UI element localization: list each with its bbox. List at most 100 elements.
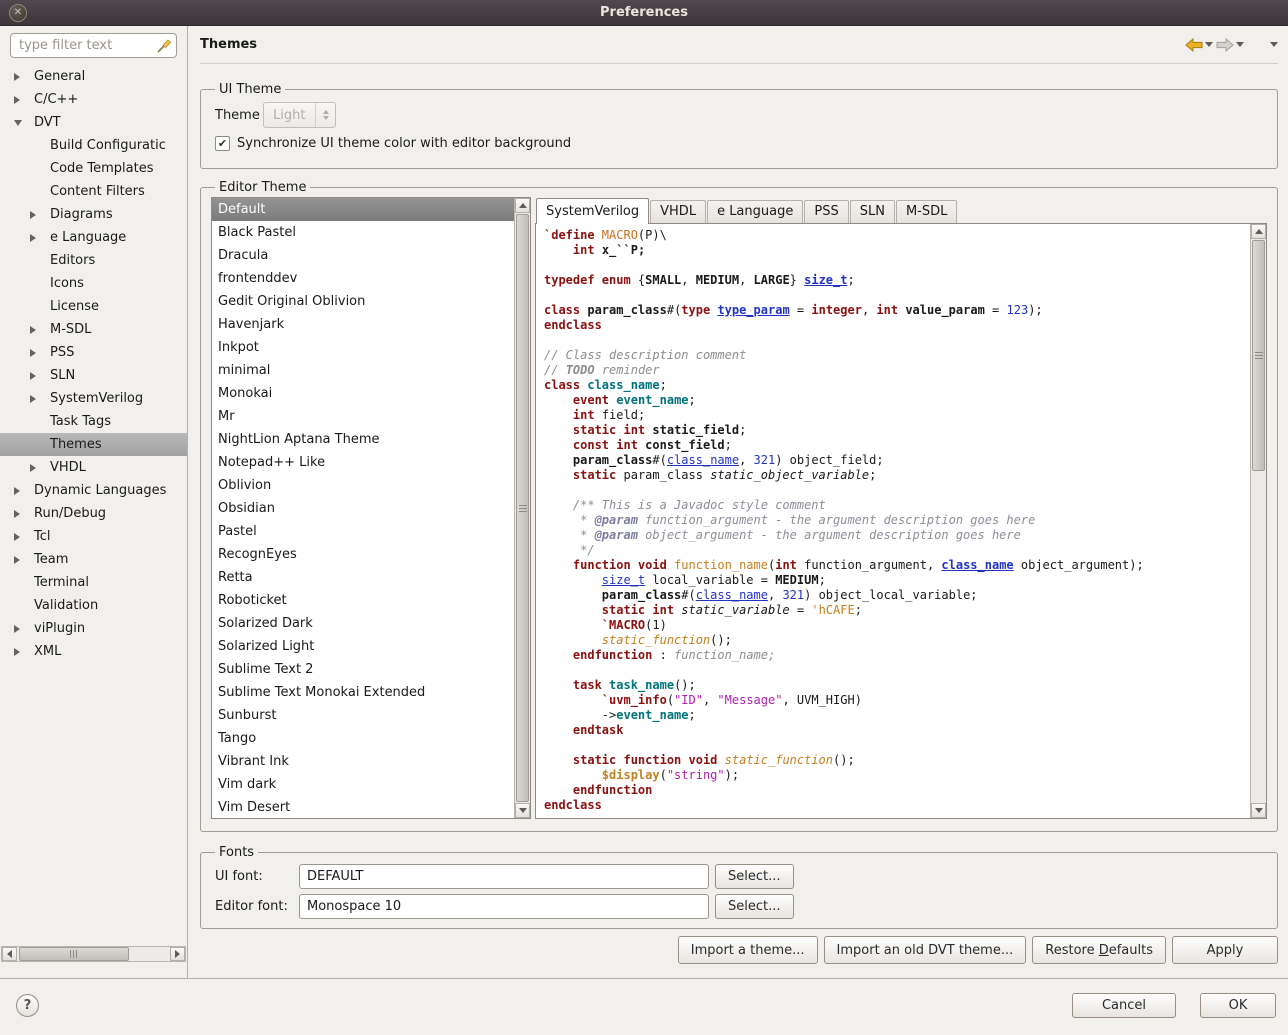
- window-close-button[interactable]: ✕: [9, 4, 27, 22]
- scrollbar-track[interactable]: [515, 213, 530, 803]
- tree-item-icons[interactable]: Icons: [0, 272, 187, 295]
- tree-item-diagrams[interactable]: Diagrams: [0, 203, 187, 226]
- theme-item-black-pastel[interactable]: Black Pastel: [212, 221, 514, 244]
- forward-history-dropdown-icon[interactable]: [1236, 42, 1244, 47]
- collapsed-arrow-icon[interactable]: [14, 487, 30, 495]
- collapsed-arrow-icon[interactable]: [30, 464, 46, 472]
- sidebar-horizontal-scrollbar[interactable]: [1, 946, 186, 962]
- theme-item-pastel[interactable]: Pastel: [212, 520, 514, 543]
- theme-item-solarized-light[interactable]: Solarized Light: [212, 635, 514, 658]
- theme-item-dracula[interactable]: Dracula: [212, 244, 514, 267]
- tree-item-vhdl[interactable]: VHDL: [0, 456, 187, 479]
- ok-button[interactable]: OK: [1200, 993, 1276, 1018]
- view-menu-icon[interactable]: [1270, 42, 1278, 47]
- tree-item-dynamic-languages[interactable]: Dynamic Languages: [0, 479, 187, 502]
- tree-item-xml[interactable]: XML: [0, 640, 187, 663]
- theme-item-gedit-original-oblivion[interactable]: Gedit Original Oblivion: [212, 290, 514, 313]
- back-history-dropdown-icon[interactable]: [1205, 42, 1213, 47]
- import-old-theme-button[interactable]: Import an old DVT theme...: [824, 936, 1027, 964]
- theme-item-tango[interactable]: Tango: [212, 727, 514, 750]
- tree-item-team[interactable]: Team: [0, 548, 187, 571]
- scroll-left-button[interactable]: [2, 947, 17, 961]
- collapsed-arrow-icon[interactable]: [30, 326, 46, 334]
- theme-item-sunburst[interactable]: Sunburst: [212, 704, 514, 727]
- tab-systemverilog[interactable]: SystemVerilog: [536, 198, 649, 224]
- tree-item-build-configuratic[interactable]: Build Configuratic: [0, 134, 187, 157]
- tab-e-language[interactable]: e Language: [707, 200, 803, 223]
- theme-item-roboticket[interactable]: Roboticket: [212, 589, 514, 612]
- tree-item-systemverilog[interactable]: SystemVerilog: [0, 387, 187, 410]
- tree-item-validation[interactable]: Validation: [0, 594, 187, 617]
- tree-item-content-filters[interactable]: Content Filters: [0, 180, 187, 203]
- tree-item-license[interactable]: License: [0, 295, 187, 318]
- ui-font-input[interactable]: [299, 864, 709, 889]
- tree-item-dvt[interactable]: DVT: [0, 111, 187, 134]
- tab-sln[interactable]: SLN: [850, 200, 895, 223]
- tree-item-code-templates[interactable]: Code Templates: [0, 157, 187, 180]
- collapsed-arrow-icon[interactable]: [14, 73, 30, 81]
- ui-font-select-button[interactable]: Select...: [715, 864, 794, 889]
- theme-item-oblivion[interactable]: Oblivion: [212, 474, 514, 497]
- filter-input[interactable]: [19, 38, 156, 53]
- tree-item-viplugin[interactable]: viPlugin: [0, 617, 187, 640]
- theme-item-nightlion-aptana-theme[interactable]: NightLion Aptana Theme: [212, 428, 514, 451]
- import-theme-button[interactable]: Import a theme...: [678, 936, 818, 964]
- scrollbar-thumb[interactable]: [19, 947, 129, 961]
- theme-item-recogneyes[interactable]: RecognEyes: [212, 543, 514, 566]
- collapsed-arrow-icon[interactable]: [30, 372, 46, 380]
- collapsed-arrow-icon[interactable]: [30, 349, 46, 357]
- theme-item-vim-desert[interactable]: Vim Desert: [212, 796, 514, 818]
- tree-item-themes[interactable]: Themes: [0, 433, 187, 456]
- theme-item-inkpot[interactable]: Inkpot: [212, 336, 514, 359]
- tree-item-terminal[interactable]: Terminal: [0, 571, 187, 594]
- theme-item-obsidian[interactable]: Obsidian: [212, 497, 514, 520]
- scroll-down-button[interactable]: [1251, 803, 1266, 818]
- scrollbar-thumb[interactable]: [1252, 240, 1265, 471]
- collapsed-arrow-icon[interactable]: [30, 211, 46, 219]
- help-button[interactable]: ?: [16, 994, 39, 1017]
- theme-combo[interactable]: Light: [263, 102, 336, 128]
- collapsed-arrow-icon[interactable]: [14, 556, 30, 564]
- tree-item-c-c[interactable]: C/C++: [0, 88, 187, 111]
- theme-item-retta[interactable]: Retta: [212, 566, 514, 589]
- theme-list-scrollbar[interactable]: [514, 198, 530, 818]
- clear-filter-icon[interactable]: [156, 38, 172, 54]
- theme-item-solarized-dark[interactable]: Solarized Dark: [212, 612, 514, 635]
- tab-pss[interactable]: PSS: [804, 200, 848, 223]
- tree-item-task-tags[interactable]: Task Tags: [0, 410, 187, 433]
- tab-m-sdl[interactable]: M-SDL: [896, 200, 957, 223]
- theme-item-mr[interactable]: Mr: [212, 405, 514, 428]
- collapsed-arrow-icon[interactable]: [30, 234, 46, 242]
- scroll-down-button[interactable]: [515, 803, 530, 818]
- editor-font-input[interactable]: [299, 894, 709, 919]
- theme-item-sublime-text-2[interactable]: Sublime Text 2: [212, 658, 514, 681]
- tree-item-m-sdl[interactable]: M-SDL: [0, 318, 187, 341]
- expanded-arrow-icon[interactable]: [14, 120, 30, 126]
- collapsed-arrow-icon[interactable]: [14, 648, 30, 656]
- editor-font-select-button[interactable]: Select...: [715, 894, 794, 919]
- collapsed-arrow-icon[interactable]: [14, 625, 30, 633]
- scrollbar-track[interactable]: [1251, 239, 1266, 803]
- sync-checkbox[interactable]: ✔: [215, 136, 230, 151]
- collapsed-arrow-icon[interactable]: [30, 395, 46, 403]
- scrollbar-track[interactable]: [17, 947, 170, 961]
- forward-icon[interactable]: [1215, 38, 1235, 52]
- collapsed-arrow-icon[interactable]: [14, 533, 30, 541]
- scroll-up-button[interactable]: [515, 198, 530, 213]
- scroll-up-button[interactable]: [1251, 224, 1266, 239]
- theme-item-frontenddev[interactable]: frontenddev: [212, 267, 514, 290]
- apply-button[interactable]: Apply: [1172, 936, 1278, 964]
- theme-item-havenjark[interactable]: Havenjark: [212, 313, 514, 336]
- collapsed-arrow-icon[interactable]: [14, 96, 30, 104]
- scroll-right-button[interactable]: [170, 947, 185, 961]
- theme-item-notepad-like[interactable]: Notepad++ Like: [212, 451, 514, 474]
- cancel-button[interactable]: Cancel: [1072, 993, 1176, 1018]
- tree-item-general[interactable]: General: [0, 65, 187, 88]
- tree-item-pss[interactable]: PSS: [0, 341, 187, 364]
- tree-item-e-language[interactable]: e Language: [0, 226, 187, 249]
- theme-item-minimal[interactable]: minimal: [212, 359, 514, 382]
- theme-item-monokai[interactable]: Monokai: [212, 382, 514, 405]
- theme-item-sublime-text-monokai-extended[interactable]: Sublime Text Monokai Extended: [212, 681, 514, 704]
- scrollbar-thumb[interactable]: [516, 214, 529, 802]
- tree-item-editors[interactable]: Editors: [0, 249, 187, 272]
